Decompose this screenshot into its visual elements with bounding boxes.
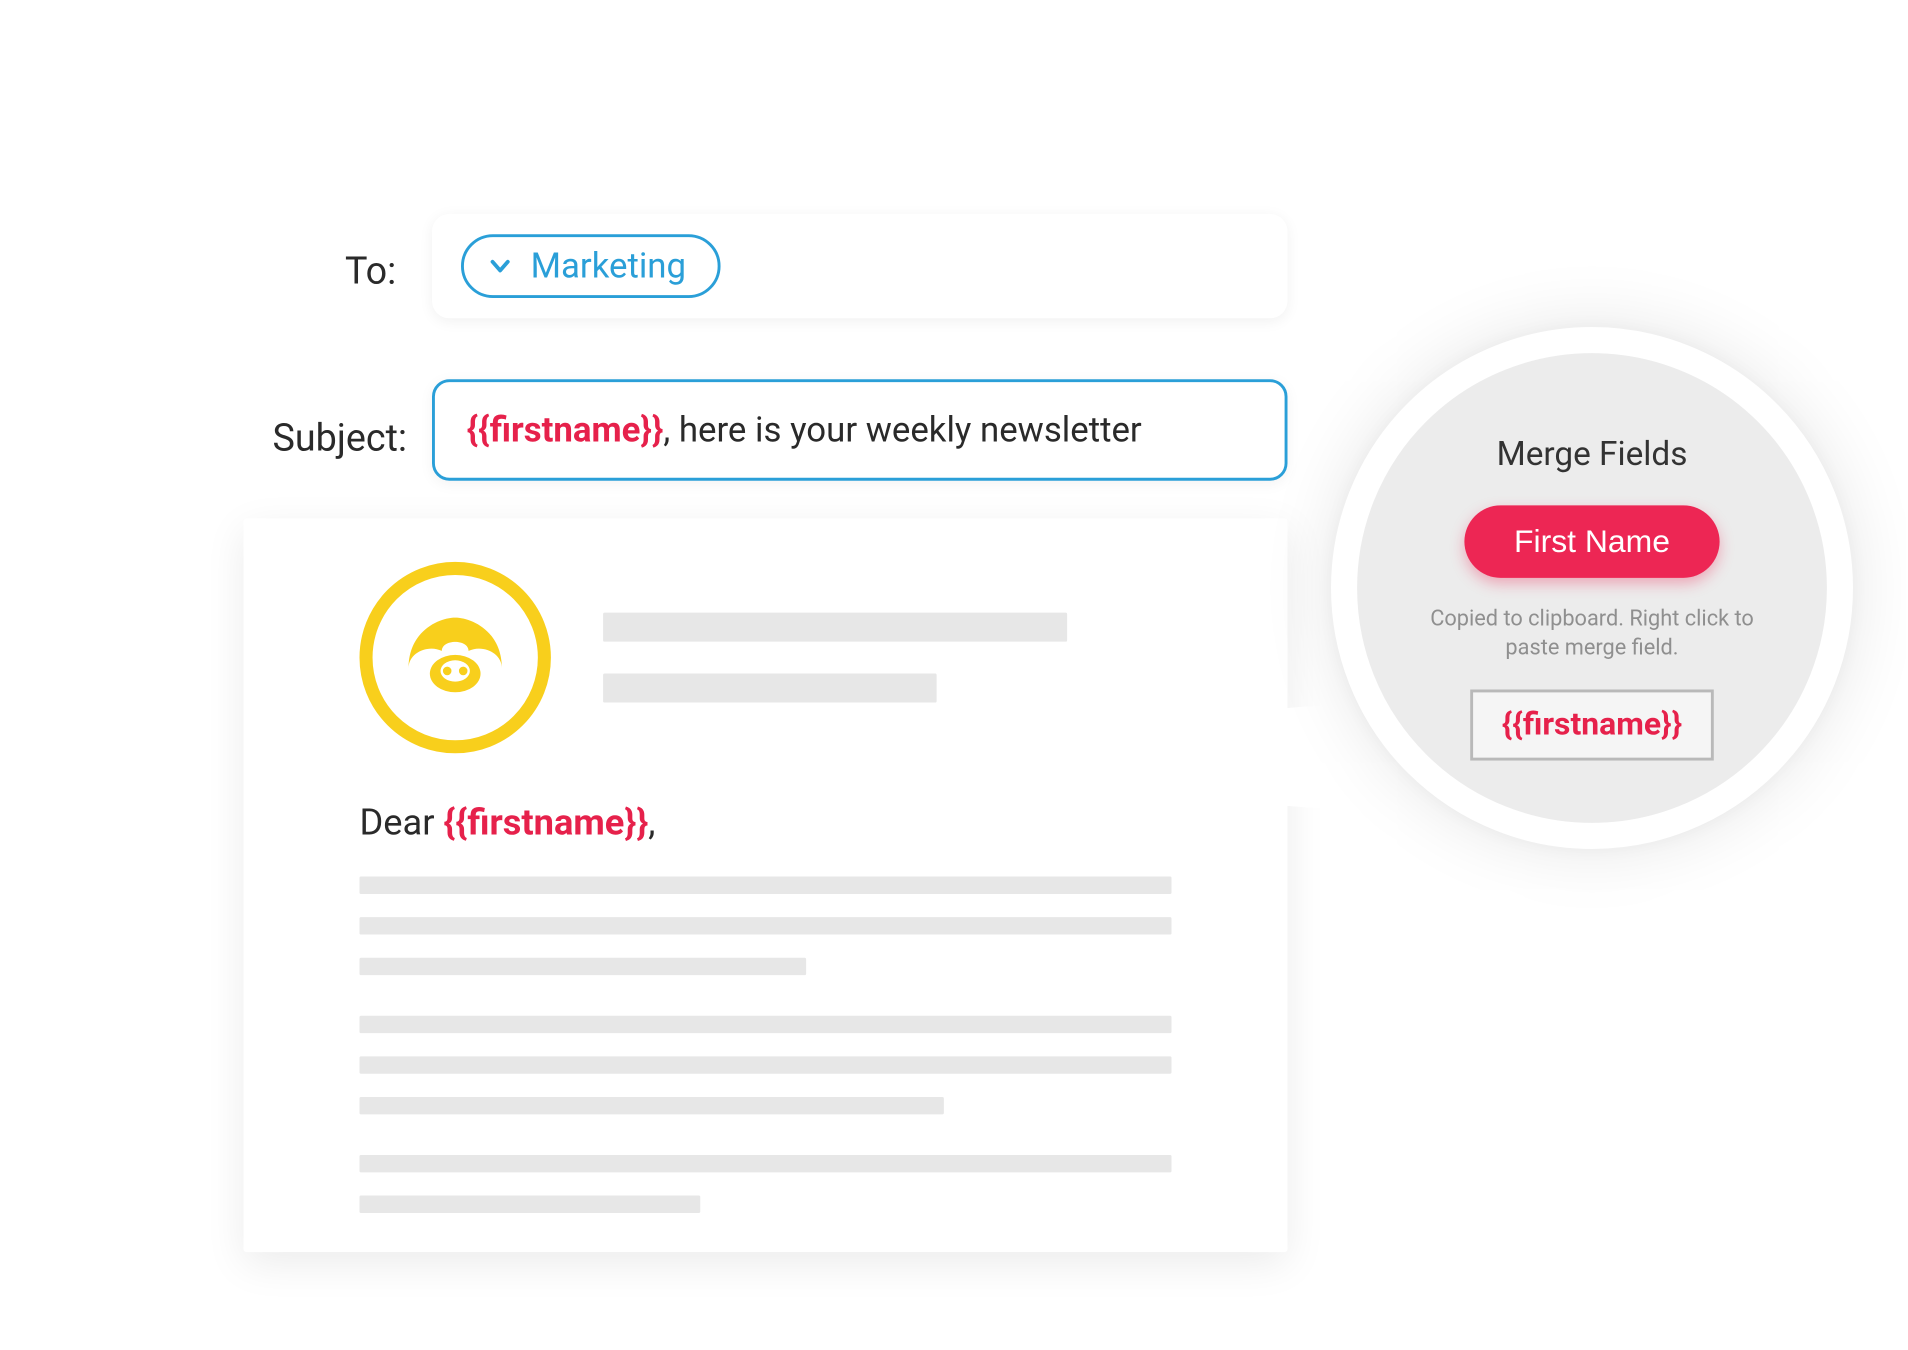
callout-tail (1003, 697, 1373, 857)
subject-text: , here is your weekly newsletter (663, 410, 1141, 451)
to-label: To: (345, 250, 396, 294)
monkey-icon (389, 591, 522, 724)
merge-token: {{firstname}} (444, 803, 649, 845)
avatar (360, 562, 551, 753)
merge-token: {{firstname}} (467, 410, 664, 451)
recipient-chip[interactable]: Marketing (461, 234, 721, 298)
first-name-button[interactable]: First Name (1465, 505, 1720, 577)
body-placeholder-lines (244, 877, 1288, 1213)
to-field[interactable]: Marketing (432, 214, 1288, 318)
callout-title: Merge Fields (1497, 434, 1688, 473)
merge-fields-callout: Merge Fields First Name Copied to clipbo… (1288, 284, 1825, 951)
recipient-chip-label: Marketing (531, 246, 686, 287)
subject-label: Subject: (273, 417, 408, 461)
merge-code-box[interactable]: {{firstname}} (1470, 689, 1714, 760)
subject-input[interactable]: {{firstname}}, here is your weekly newsl… (432, 379, 1288, 481)
header-placeholder-lines (603, 613, 1067, 703)
salutation-suffix: , (648, 803, 655, 845)
email-body-card: Dear {{firstname}}, (244, 518, 1288, 1252)
salutation-prefix: Dear (360, 803, 444, 845)
callout-hint: Copied to clipboard. Right click to past… (1425, 604, 1759, 663)
chevron-down-icon (487, 253, 513, 279)
